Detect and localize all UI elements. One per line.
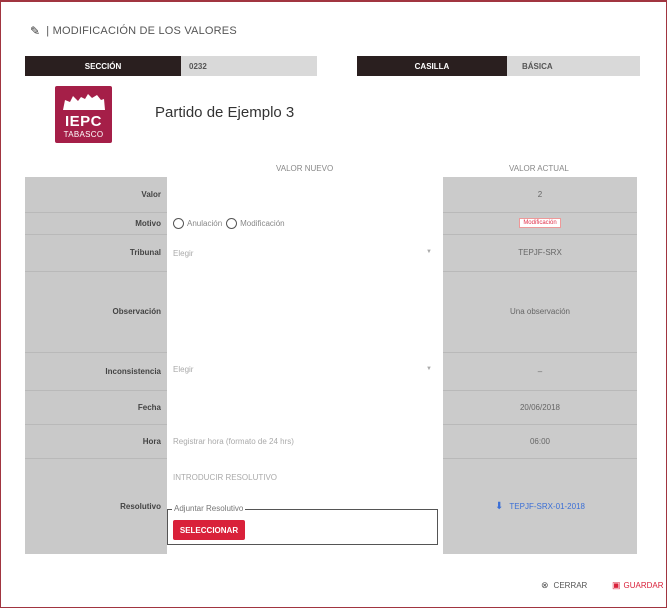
casilla-value: BÁSICA bbox=[507, 56, 640, 76]
seccion-value: 0232 bbox=[181, 56, 317, 76]
save-button[interactable]: ▣ GUARDAR bbox=[612, 580, 664, 591]
radio-anulacion[interactable] bbox=[173, 217, 184, 229]
modal-title: ✎ | MODIFICACIÓN DE LOS VALORES bbox=[30, 24, 237, 38]
resolutivo-link-text: TEPJF-SRX-01-2018 bbox=[509, 501, 585, 511]
iepc-logo: IEPC TABASCO bbox=[55, 86, 112, 143]
logo-text: IEPC bbox=[64, 113, 102, 130]
seccion-bar: SECCIÓN 0232 bbox=[25, 56, 317, 76]
fecha-label: Fecha bbox=[137, 402, 161, 412]
logo-subtext: TABASCO bbox=[63, 130, 104, 139]
tabasco-map-icon bbox=[63, 94, 105, 110]
casilla-bar: CASILLA BÁSICA bbox=[357, 56, 640, 76]
observacion-current: Una observación bbox=[509, 307, 571, 316]
hora-input[interactable]: Registrar hora (formato de 24 hrs) bbox=[173, 424, 294, 458]
valor-label: Valor bbox=[141, 190, 161, 199]
close-button[interactable]: ⊗ CERRAR bbox=[541, 580, 587, 591]
observacion-textarea[interactable] bbox=[173, 276, 431, 346]
upload-legend: Adjuntar Resolutivo bbox=[172, 504, 246, 513]
observacion-label: Observación bbox=[112, 307, 161, 316]
hora-current: 06:00 bbox=[529, 436, 551, 446]
save-label: GUARDAR bbox=[623, 581, 664, 590]
column-header-current: VALOR ACTUAL bbox=[509, 164, 569, 173]
title-text: | MODIFICACIÓN DE LOS VALORES bbox=[46, 25, 237, 37]
seccion-label: SECCIÓN bbox=[25, 56, 181, 76]
download-icon: ⬇ bbox=[495, 500, 504, 512]
party-name: Partido de Ejemplo 3 bbox=[155, 104, 295, 121]
motivo-radio-group: Anulación Modificación bbox=[173, 212, 285, 234]
tribunal-current: TEPJF-SRX bbox=[518, 248, 562, 257]
close-icon: ⊗ bbox=[541, 580, 549, 590]
radio-modificacion-label: Modificación bbox=[240, 218, 285, 228]
column-header-new: VALOR NUEVO bbox=[276, 164, 334, 173]
motivo-label: Motivo bbox=[135, 218, 161, 228]
motivo-current-badge: Modificación bbox=[519, 218, 561, 228]
resolutivo-upload-box: Adjuntar Resolutivo SELECCIONAR bbox=[167, 504, 438, 545]
valor-current: 2 bbox=[537, 190, 543, 199]
fecha-input[interactable] bbox=[173, 396, 431, 418]
casilla-label: CASILLA bbox=[357, 56, 507, 76]
radio-modificacion[interactable] bbox=[226, 217, 238, 229]
chevron-down-icon[interactable]: ▼ bbox=[426, 366, 432, 372]
radio-anulacion-label: Anulación bbox=[187, 218, 223, 228]
resolutivo-intro: INTRODUCIR RESOLUTIVO bbox=[173, 472, 278, 482]
save-icon: ▣ bbox=[612, 580, 621, 590]
motivo-current: Modificación bbox=[443, 212, 637, 234]
hora-label: Hora bbox=[142, 436, 161, 446]
resolutivo-label: Resolutivo bbox=[120, 501, 161, 511]
pencil-icon: ✎ bbox=[30, 24, 41, 38]
fecha-current: 20/06/2018 bbox=[519, 402, 561, 412]
inconsistencia-label: Inconsistencia bbox=[105, 366, 161, 376]
select-file-button[interactable]: SELECCIONAR bbox=[173, 520, 245, 540]
resolutivo-current: ⬇ TEPJF-SRX-01-2018 bbox=[443, 458, 637, 554]
tribunal-label: Tribunal bbox=[129, 248, 161, 257]
close-label: CERRAR bbox=[553, 581, 588, 590]
inconsistencia-current: – bbox=[537, 366, 543, 376]
resolutivo-download-link[interactable]: ⬇ TEPJF-SRX-01-2018 bbox=[495, 501, 585, 512]
chevron-down-icon[interactable]: ▼ bbox=[426, 249, 432, 255]
inconsistencia-select[interactable]: Elegir bbox=[173, 362, 193, 376]
tribunal-select[interactable]: Elegir bbox=[173, 246, 193, 260]
